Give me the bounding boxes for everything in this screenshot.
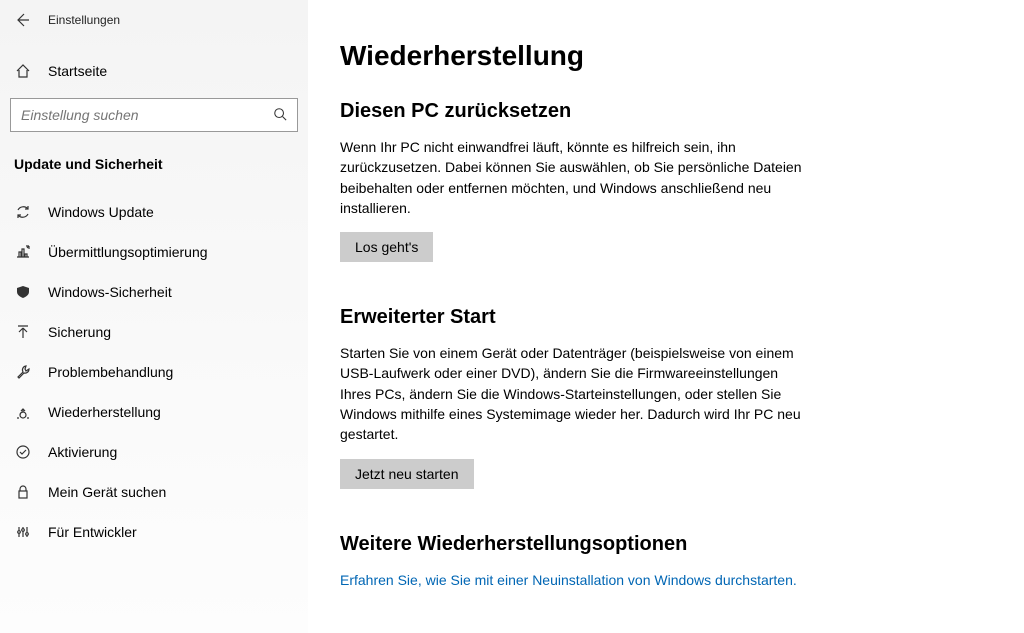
search-box[interactable]: [10, 98, 298, 132]
sidebar-item-label: Mein Gerät suchen: [48, 484, 166, 500]
sidebar-item-label: Wiederherstellung: [48, 404, 161, 420]
sidebar-item-label: Aktivierung: [48, 444, 117, 460]
sidebar-item-delivery-optimization[interactable]: Übermittlungsoptimierung: [0, 232, 308, 272]
back-icon[interactable]: [14, 12, 30, 28]
section-desc: Wenn Ihr PC nicht einwandfrei läuft, kön…: [340, 137, 810, 218]
sidebar-item-find-my-device[interactable]: Mein Gerät suchen: [0, 472, 308, 512]
developer-icon: [14, 523, 32, 541]
section-advanced-startup: Erweiterter Start Starten Sie von einem …: [340, 306, 984, 488]
optimization-icon: [14, 243, 32, 261]
sidebar-item-for-developers[interactable]: Für Entwickler: [0, 512, 308, 552]
sidebar-item-label: Übermittlungsoptimierung: [48, 244, 208, 260]
activation-icon: [14, 443, 32, 461]
recovery-icon: [14, 403, 32, 421]
main-content: Wiederherstellung Diesen PC zurücksetzen…: [308, 0, 1024, 633]
shield-icon: [14, 283, 32, 301]
sidebar-item-label: Problembehandlung: [48, 364, 173, 380]
page-title: Wiederherstellung: [340, 40, 984, 72]
sidebar-item-label: Windows Update: [48, 204, 154, 220]
sidebar-item-backup[interactable]: Sicherung: [0, 312, 308, 352]
search-icon: [273, 107, 287, 124]
wrench-icon: [14, 363, 32, 381]
sidebar: Einstellungen Startseite Update und Sich…: [0, 0, 308, 633]
fresh-start-link[interactable]: Erfahren Sie, wie Sie mit einer Neuinsta…: [340, 570, 797, 591]
sidebar-item-windows-update[interactable]: Windows Update: [0, 192, 308, 232]
backup-icon: [14, 323, 32, 341]
sidebar-item-recovery[interactable]: Wiederherstellung: [0, 392, 308, 432]
category-title: Update und Sicherheit: [0, 146, 308, 186]
lock-icon: [14, 483, 32, 501]
sidebar-item-label: Für Entwickler: [48, 524, 137, 540]
section-title: Diesen PC zurücksetzen: [340, 100, 984, 123]
section-title: Erweiterter Start: [340, 306, 984, 329]
sidebar-item-label: Sicherung: [48, 324, 111, 340]
reset-pc-button[interactable]: Los geht's: [340, 232, 433, 262]
sidebar-item-label: Startseite: [48, 63, 107, 79]
section-reset-pc: Diesen PC zurücksetzen Wenn Ihr PC nicht…: [340, 100, 984, 262]
titlebar: Einstellungen: [0, 0, 308, 40]
window-title: Einstellungen: [48, 13, 120, 27]
search-input[interactable]: [21, 107, 273, 123]
sync-icon: [14, 203, 32, 221]
section-desc: Starten Sie von einem Gerät oder Datentr…: [340, 343, 810, 444]
restart-now-button[interactable]: Jetzt neu starten: [340, 459, 474, 489]
sidebar-item-label: Windows-Sicherheit: [48, 284, 172, 300]
section-more-recovery: Weitere Wiederherstellungsoptionen Erfah…: [340, 533, 984, 591]
sidebar-item-troubleshoot[interactable]: Problembehandlung: [0, 352, 308, 392]
sidebar-item-activation[interactable]: Aktivierung: [0, 432, 308, 472]
sidebar-item-windows-security[interactable]: Windows-Sicherheit: [0, 272, 308, 312]
home-icon: [14, 62, 32, 80]
section-title: Weitere Wiederherstellungsoptionen: [340, 533, 984, 556]
sidebar-item-home[interactable]: Startseite: [0, 52, 308, 90]
nav-list: Windows Update Übermittlungsoptimierung …: [0, 192, 308, 552]
